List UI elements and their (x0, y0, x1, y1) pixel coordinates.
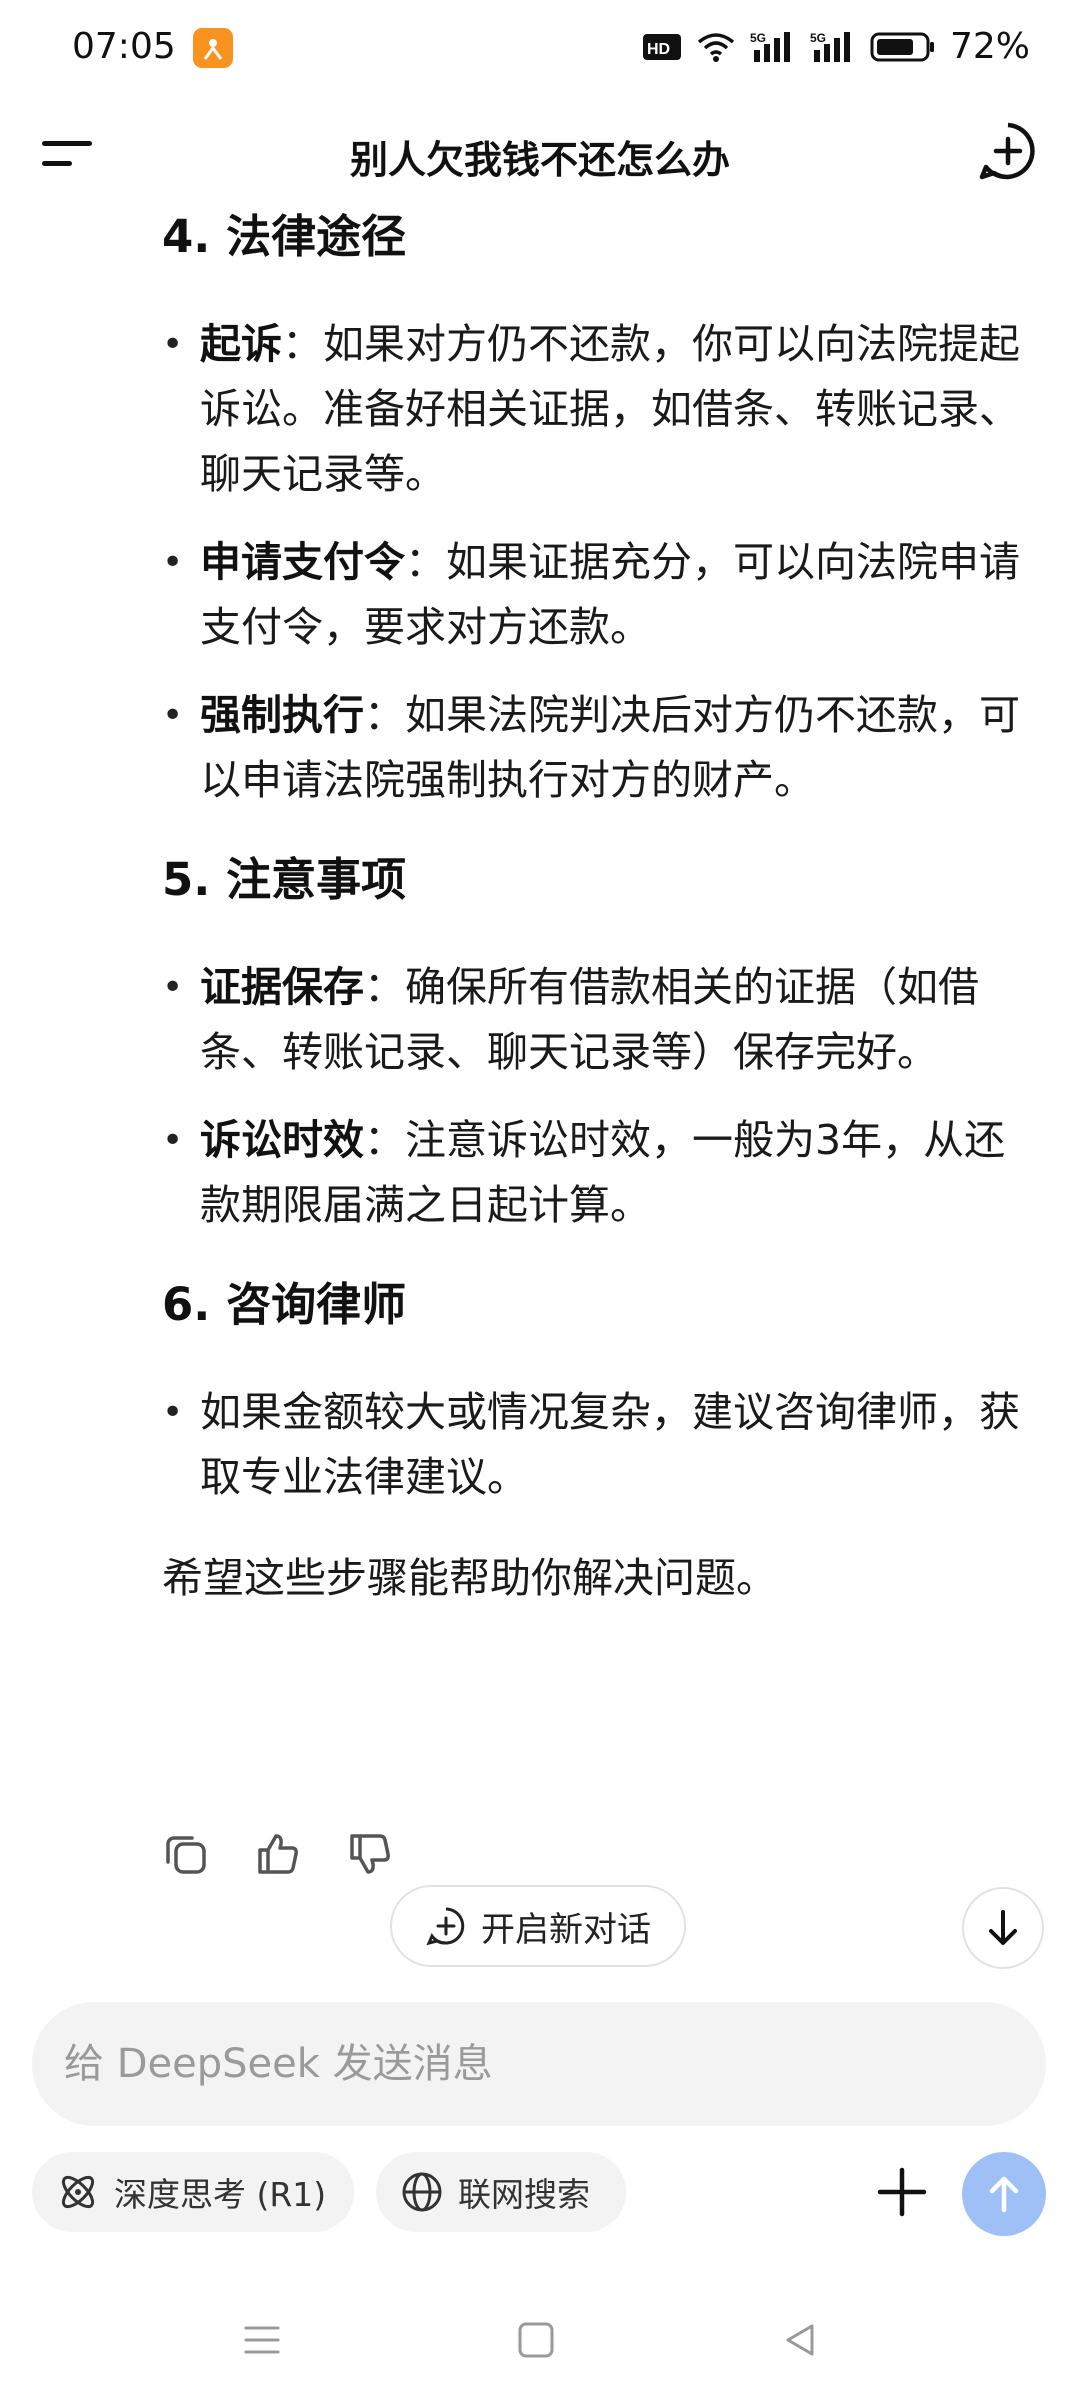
back-button[interactable] (770, 2310, 830, 2370)
item-label: 诉讼时效 (200, 1116, 364, 1164)
attach-button[interactable] (870, 2160, 934, 2224)
hd-icon: HD (642, 33, 681, 60)
item-label: 证据保存 (200, 963, 364, 1011)
bullet-list: 如果金额较大或情况复杂，建议咨询律师，获取专业法律建议。 (162, 1380, 1032, 1510)
section-heading: 6. 咨询律师 (162, 1278, 407, 1331)
status-bar: 07:05 HD 5G 5G 72% (0, 0, 1080, 96)
section-heading: 4. 法律途径 (162, 210, 407, 263)
item-text: 如果金额较大或情况复杂，建议咨询律师，获取专业法律建议。 (200, 1388, 1020, 1501)
list-item: 证据保存：确保所有借款相关的证据（如借条、转账记录、聊天记录等）保存完好。 (162, 955, 1032, 1085)
plus-icon (877, 2167, 927, 2217)
web-search-toggle[interactable]: 联网搜索 (376, 2152, 626, 2232)
message-input[interactable] (64, 2041, 1046, 2087)
list-item: 申请支付令：如果证据充分，可以向法院申请支付令，要求对方还款。 (162, 530, 1032, 660)
globe-icon (402, 2172, 442, 2212)
item-label: 起诉 (200, 320, 282, 368)
deep-think-label: 深度思考 (R1) (114, 2175, 327, 2214)
status-time: 07:05 (72, 26, 176, 67)
bullet-list: 证据保存：确保所有借款相关的证据（如借条、转账记录、聊天记录等）保存完好。 诉讼… (162, 955, 1032, 1238)
like-button[interactable] (254, 1830, 302, 1878)
svg-text:5G: 5G (810, 31, 826, 45)
arrow-up-icon (989, 2176, 1019, 2213)
thumbs-up-icon (258, 1834, 298, 1874)
bullet-list: 起诉：如果对方仍不还款，你可以向法院提起诉讼。准备好相关证据，如借条、转账记录、… (162, 312, 1032, 813)
web-search-label: 联网搜索 (458, 2175, 590, 2214)
list-item: 起诉：如果对方仍不还款，你可以向法院提起诉讼。准备好相关证据，如借条、转账记录、… (162, 312, 1032, 507)
back-icon (786, 2324, 814, 2356)
send-button[interactable] (962, 2152, 1046, 2236)
list-item: 强制执行：如果法院判决后对方仍不还款，可以申请法院强制执行对方的财产。 (162, 683, 1032, 813)
input-toolbar: 深度思考 (R1) 联网搜索 (32, 2152, 1046, 2236)
home-icon (518, 2322, 554, 2358)
system-nav-bar (0, 2310, 1080, 2370)
app-notification-icon (193, 28, 233, 68)
list-item: 诉讼时效：注意诉讼时效，一般为3年，从还款期限届满之日起计算。 (162, 1108, 1032, 1238)
deep-think-toggle[interactable]: 深度思考 (R1) (32, 2152, 354, 2232)
thumbs-down-icon (350, 1834, 390, 1874)
page-title: 别人欠我钱不还怎么办 (349, 138, 730, 182)
new-chat-pill-button[interactable]: 开启新对话 (390, 1885, 686, 1967)
new-chat-icon (426, 1907, 465, 1946)
copy-button[interactable] (162, 1830, 210, 1878)
message-input-container (32, 2002, 1046, 2126)
dislike-button[interactable] (346, 1830, 394, 1878)
recents-icon (244, 2326, 280, 2354)
wifi-icon (697, 32, 735, 62)
home-button[interactable] (506, 2310, 566, 2370)
copy-icon (166, 1836, 206, 1874)
new-chat-label: 开启新对话 (481, 1909, 651, 1950)
signal-5g-icon-2: 5G (810, 31, 850, 62)
list-item: 如果金额较大或情况复杂，建议咨询律师，获取专业法律建议。 (162, 1380, 1032, 1510)
app-header: 别人欠我钱不还怎么办 (0, 115, 1080, 195)
svg-text:5G: 5G (750, 31, 766, 45)
atom-icon (61, 2175, 95, 2209)
section-notes: 5. 注意事项 证据保存：确保所有借款相关的证据（如借条、转账记录、聊天记录等）… (162, 853, 1032, 1238)
message-actions (162, 1830, 394, 1878)
conclusion-text: 希望这些步骤能帮助你解决问题。 (162, 1554, 777, 1602)
item-text: ：如果对方仍不还款，你可以向法院提起诉讼。准备好相关证据，如借条、转账记录、聊天… (200, 320, 1020, 498)
item-label: 强制执行 (200, 691, 364, 739)
status-indicators: HD 5G 5G 72% (642, 26, 1030, 67)
signal-5g-icon-1: 5G (750, 31, 790, 62)
section-legal: 4. 法律途径 起诉：如果对方仍不还款，你可以向法院提起诉讼。准备好相关证据，如… (162, 210, 1032, 813)
chat-message: 4. 法律途径 起诉：如果对方仍不还款，你可以向法院提起诉讼。准备好相关证据，如… (162, 210, 1032, 1608)
arrow-down-icon (989, 1910, 1017, 1945)
new-chat-button[interactable] (976, 119, 1040, 183)
svg-text:HD: HD (647, 41, 670, 58)
section-heading: 5. 注意事项 (162, 853, 407, 906)
recents-button[interactable] (232, 2310, 292, 2370)
section-lawyer: 6. 咨询律师 如果金额较大或情况复杂，建议咨询律师，获取专业法律建议。 (162, 1278, 1032, 1510)
battery-percent: 72% (949, 26, 1030, 67)
new-chat-icon (979, 122, 1035, 180)
scroll-to-bottom-button[interactable] (962, 1887, 1044, 1969)
item-label: 申请支付令 (200, 538, 405, 586)
battery-icon (870, 32, 934, 61)
